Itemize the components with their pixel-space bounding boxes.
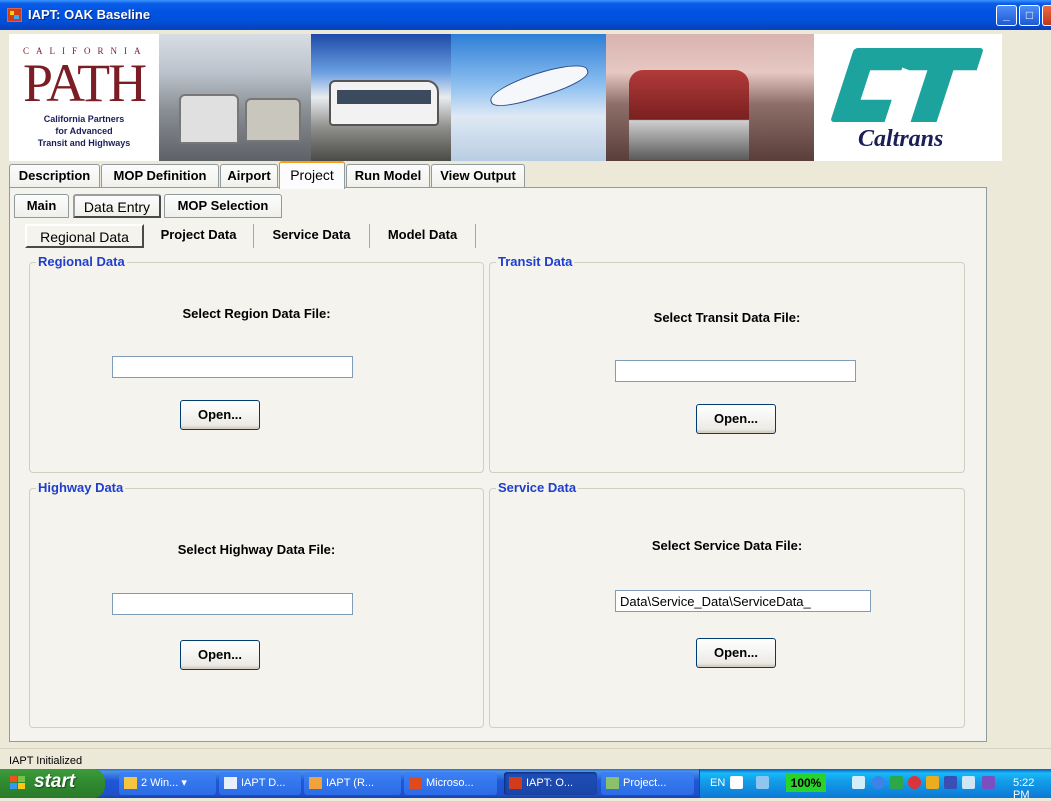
windows-flag-icon: [10, 776, 27, 791]
transit-data-title: Transit Data: [496, 254, 575, 269]
region-file-input[interactable]: [112, 356, 353, 378]
app-icon: [309, 777, 322, 789]
path-logo-mark: PATH: [23, 53, 147, 113]
highway-open-button[interactable]: Open...: [180, 640, 260, 670]
app-window: IAPT: OAK Baseline _ □ CALIFORNIA PATH C…: [0, 0, 1051, 769]
service-file-label: Select Service Data File:: [651, 538, 803, 553]
minimize-button[interactable]: _: [996, 5, 1017, 26]
tab-run-model[interactable]: Run Model: [346, 164, 430, 188]
train-shape: [629, 70, 749, 160]
clock[interactable]: 5:22 PM: [1013, 777, 1051, 801]
taskbar-item-label: IAPT: O...: [526, 777, 574, 789]
printer-icon[interactable]: [962, 776, 975, 789]
highway-file-label: Select Highway Data File:: [177, 542, 336, 557]
monitor-icon[interactable]: [926, 776, 939, 789]
regional-data-group: Regional Data Select Region Data File: O…: [29, 254, 484, 473]
tab-mop-selection[interactable]: MOP Selection: [164, 194, 282, 218]
path-logo-line2: for Advanced: [55, 126, 113, 136]
highway-data-group: Highway Data Select Highway Data File: O…: [29, 480, 484, 728]
taskbar-item-iapt-o[interactable]: IAPT: O...: [504, 772, 597, 795]
caltrans-logo: Caltrans: [814, 34, 1002, 161]
taskbar-item-label: IAPT D...: [241, 777, 286, 789]
start-label: start: [34, 771, 76, 792]
app-icon[interactable]: [7, 8, 22, 22]
tab-model-data[interactable]: Model Data: [370, 224, 476, 248]
network-icon[interactable]: [852, 776, 865, 789]
taskbar-item-iapt-doc[interactable]: IAPT D...: [219, 772, 301, 795]
window-title: IAPT: OAK Baseline: [28, 7, 151, 22]
office-icon: [409, 777, 422, 789]
windows-taskbar: start 2 Win... ▾ IAPT D... IAPT (R... Mi…: [0, 769, 1051, 801]
status-text: IAPT Initialized: [9, 755, 83, 767]
tab-project[interactable]: Project: [279, 161, 345, 189]
highway-data-title: Highway Data: [36, 480, 126, 495]
folder-icon: [124, 777, 137, 789]
taskbar-item-label: IAPT (R...: [326, 777, 375, 789]
tab-airport[interactable]: Airport: [220, 164, 278, 188]
path-logo: CALIFORNIA PATH California Partners for …: [9, 34, 159, 161]
tab-description[interactable]: Description: [9, 164, 100, 188]
tab-project-data[interactable]: Project Data: [144, 224, 254, 248]
bus-shape: [329, 80, 439, 126]
service-data-group: Service Data Select Service Data File: D…: [489, 480, 965, 728]
help-icon[interactable]: [730, 776, 743, 789]
tab-mop-definition[interactable]: MOP Definition: [101, 164, 219, 188]
taskbar-item-explorer[interactable]: 2 Win... ▾: [119, 772, 216, 795]
chevron-left-icon[interactable]: [872, 776, 885, 789]
close-button[interactable]: [1042, 5, 1051, 26]
language-bar-icon[interactable]: [756, 776, 769, 789]
taskbar-item-microsoft[interactable]: Microso...: [404, 772, 497, 795]
caltrans-wordmark: Caltrans: [858, 126, 944, 152]
language-indicator[interactable]: EN: [710, 777, 725, 789]
security-shield-icon[interactable]: [908, 776, 921, 789]
system-tray: EN 100% 5:22 PM: [699, 769, 1051, 801]
header-banner: CALIFORNIA PATH California Partners for …: [9, 34, 1002, 161]
highway-file-input[interactable]: [112, 593, 353, 615]
document-icon: [224, 777, 237, 789]
region-file-label: Select Region Data File:: [182, 306, 331, 321]
service-data-title: Service Data: [496, 480, 579, 495]
transit-open-button[interactable]: Open...: [696, 404, 776, 434]
iapt-icon: [509, 777, 522, 789]
taskbar-item-label: Project...: [623, 777, 667, 789]
tab-data-entry[interactable]: Data Entry: [73, 194, 161, 218]
transit-data-group: Transit Data Select Transit Data File: O…: [489, 254, 965, 473]
volume-icon[interactable]: [944, 776, 957, 789]
start-button[interactable]: start: [0, 769, 105, 798]
regional-data-title: Regional Data: [36, 254, 127, 269]
car-shape: [179, 94, 239, 144]
status-bar: IAPT Initialized: [0, 748, 1051, 769]
tab-main[interactable]: Main: [14, 194, 69, 218]
caltrans-ct-mark: [830, 48, 984, 122]
path-logo-line1: California Partners: [43, 114, 125, 124]
taskbar-item-project[interactable]: Project...: [601, 772, 694, 795]
path-logo-line3: Transit and Highways: [37, 138, 131, 148]
data-entry-panel: Regional Data Project Data Service Data …: [20, 220, 976, 733]
transit-file-input[interactable]: [615, 360, 856, 382]
region-open-button[interactable]: Open...: [180, 400, 260, 430]
maximize-button[interactable]: □: [1019, 5, 1040, 26]
transit-file-label: Select Transit Data File:: [653, 310, 801, 325]
car-shape: [245, 98, 301, 142]
service-open-button[interactable]: Open...: [696, 638, 776, 668]
app-tray-icon[interactable]: [982, 776, 995, 789]
sync-icon[interactable]: [890, 776, 903, 789]
project-icon: [606, 777, 619, 789]
tab-service-data[interactable]: Service Data: [254, 224, 370, 248]
service-file-input[interactable]: Data\Service_Data\ServiceData_: [615, 590, 871, 612]
tab-regional-data[interactable]: Regional Data: [25, 224, 144, 248]
zoom-indicator[interactable]: 100%: [786, 774, 826, 792]
project-panel: Main Data Entry MOP Selection Regional D…: [9, 187, 987, 742]
taskbar-item-label: Microso...: [426, 777, 474, 789]
taskbar-item-label: 2 Win...: [141, 777, 179, 789]
banner-photos: [159, 34, 814, 161]
tab-view-output[interactable]: View Output: [431, 164, 525, 188]
taskbar-item-iapt-r[interactable]: IAPT (R...: [304, 772, 401, 795]
title-bar[interactable]: IAPT: OAK Baseline _ □: [0, 0, 1051, 30]
